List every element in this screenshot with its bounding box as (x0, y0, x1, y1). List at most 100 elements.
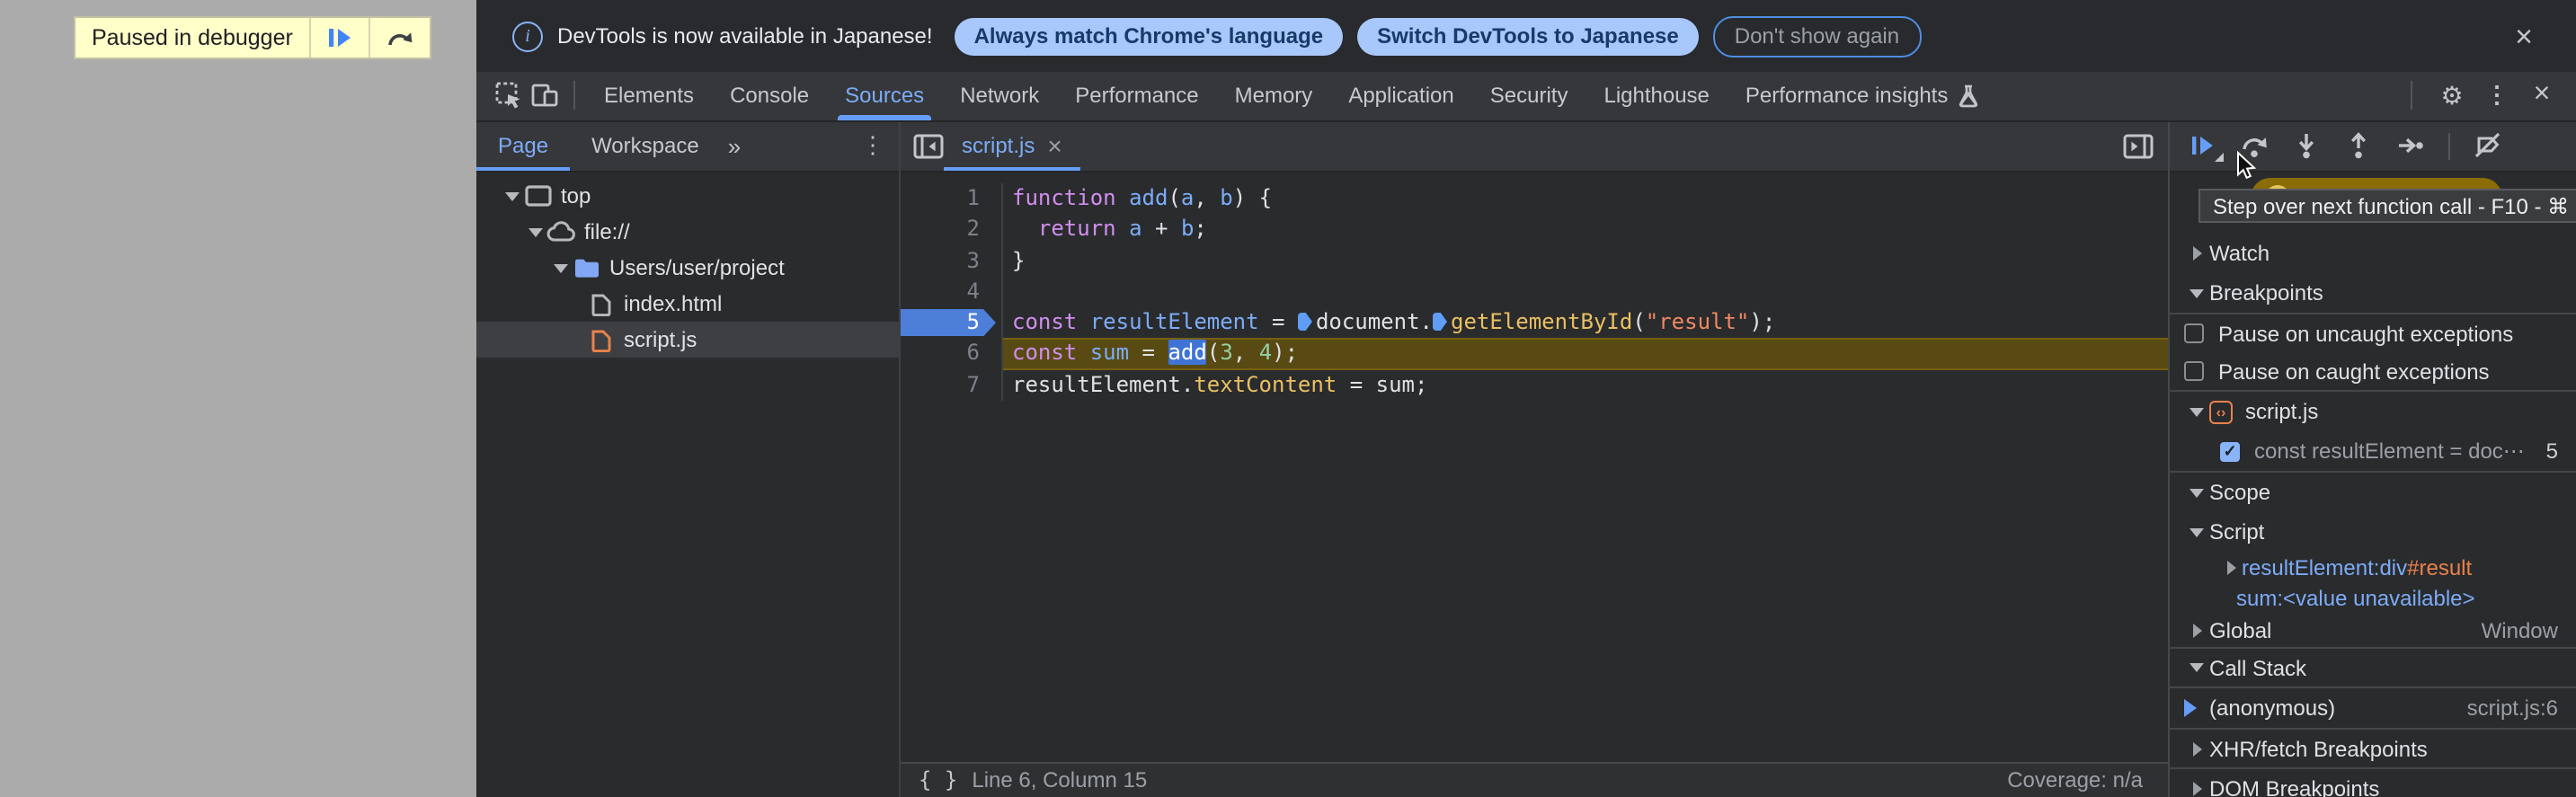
breakpoint-enabled-checkbox[interactable]: ✓ (2220, 441, 2240, 461)
resume-script-execution-button[interactable] (2188, 132, 2224, 163)
collapsed-triangle-icon[interactable] (2192, 246, 2201, 261)
pause-on-caught-checkbox[interactable] (2184, 361, 2204, 381)
expanded-triangle-icon[interactable] (2190, 527, 2204, 536)
scope-script-block[interactable]: Script (2170, 512, 2576, 552)
collapsed-triangle-icon[interactable] (2192, 623, 2201, 637)
section-watch[interactable]: Watch (2170, 234, 2576, 273)
gutter-line-number[interactable]: 7 (901, 369, 1003, 401)
section-dom-breakpoints[interactable]: DOM Breakpoints (2170, 769, 2576, 797)
deactivate-breakpoints-button[interactable] (2474, 132, 2502, 161)
collapsed-triangle-icon[interactable] (2226, 560, 2235, 574)
expanded-triangle-icon[interactable] (529, 227, 543, 236)
breakpoint-entry-row[interactable]: ✓ const resultElement = doc⋯ 5 (2170, 431, 2576, 473)
section-scope[interactable]: Scope (2170, 473, 2576, 512)
resume-script-button[interactable] (308, 18, 369, 58)
editor-tabstrip: script.js × (901, 121, 2168, 173)
code-line[interactable]: 7 resultElement.textContent = sum; (901, 369, 2168, 401)
tab-performance[interactable]: Performance (1057, 72, 1216, 120)
dont-show-again-button[interactable]: Don't show again (1712, 15, 1922, 57)
section-xhr-breakpoints[interactable]: XHR/fetch Breakpoints (2170, 730, 2576, 769)
code-line[interactable]: 3} (901, 245, 2168, 277)
editor-tab-script-js[interactable]: script.js × (944, 121, 1080, 171)
tab-network[interactable]: Network (942, 72, 1057, 120)
scope-entry-sum[interactable]: sum: <value unavailable> (2170, 582, 2576, 613)
js-file-icon (586, 325, 615, 354)
pause-on-uncaught-checkbox[interactable] (2184, 323, 2204, 343)
code-text[interactable] (1003, 277, 2168, 308)
breakpoint-group-script-js[interactable]: ‹› script.js (2170, 392, 2576, 431)
hide-navigator-icon[interactable] (901, 133, 944, 160)
section-xhr-label: XHR/fetch Breakpoints (2209, 736, 2428, 761)
tab-console[interactable]: Console (712, 72, 827, 120)
step-out-button[interactable] (2344, 132, 2373, 161)
close-devtools-icon[interactable]: × (2526, 80, 2558, 112)
code-text[interactable]: const resultElement = document. getElemen… (1003, 307, 2168, 339)
scope-entry-resultelement[interactable]: resultElement: div #result (2170, 552, 2576, 582)
switch-to-japanese-button[interactable]: Switch DevTools to Japanese (1357, 17, 1699, 55)
more-tabs-chevron-icon[interactable]: » (721, 133, 748, 160)
code-text[interactable]: function add(a, b) { (1003, 183, 2168, 215)
code-lines[interactable]: 1 function add(a, b) {2 return a + b; 3} 4 5… (901, 173, 2168, 761)
tree-item-folder[interactable]: Users/user/project (476, 250, 899, 286)
navigator-tab-workspace[interactable]: Workspace (570, 121, 721, 171)
expanded-triangle-icon[interactable] (2190, 488, 2204, 497)
section-call-stack[interactable]: Call Stack (2170, 649, 2576, 688)
infobar-message: DevTools is now available in Japanese! (557, 23, 933, 49)
tree-item-top[interactable]: top (476, 178, 899, 214)
hide-debugger-sidebar-icon[interactable] (2123, 133, 2168, 160)
pretty-print-icon[interactable]: { } (919, 767, 957, 793)
expanded-triangle-icon[interactable] (505, 191, 520, 200)
scope-global-row[interactable]: Global Window (2170, 613, 2576, 649)
gutter-line-number[interactable]: 6 (901, 338, 1003, 369)
main-menu-icon[interactable]: ⋮ (2481, 80, 2513, 112)
tab-performance-insights[interactable]: Performance insights (1728, 72, 1996, 120)
tree-item-index-html[interactable]: index.html (476, 286, 899, 322)
pause-on-caught-row[interactable]: Pause on caught exceptions (2170, 352, 2576, 392)
collapsed-triangle-icon[interactable] (2192, 741, 2201, 756)
scope-var-name: sum (2236, 585, 2278, 610)
gutter-line-number[interactable]: 3 (901, 245, 1003, 277)
code-text[interactable]: resultElement.textContent = sum; (1003, 369, 2168, 401)
expanded-triangle-icon[interactable] (554, 263, 568, 272)
tab-application[interactable]: Application (1330, 72, 1471, 120)
gutter-line-number[interactable]: 5 (901, 307, 1003, 339)
navigator-menu-icon[interactable]: ⋮ (861, 132, 899, 161)
code-line[interactable]: 1 function add(a, b) { (901, 183, 2168, 215)
gutter-line-number[interactable]: 1 (901, 183, 1003, 215)
tab-elements[interactable]: Elements (586, 72, 712, 120)
close-tab-icon[interactable]: × (1047, 132, 1061, 161)
expanded-triangle-icon[interactable] (2190, 663, 2204, 672)
code-line[interactable]: 4 (901, 276, 2168, 308)
inspect-element-icon[interactable] (491, 78, 527, 114)
step-over-badge-button[interactable] (368, 18, 430, 58)
call-stack-frame-row[interactable]: (anonymous) script.js:6 (2170, 688, 2576, 730)
always-match-language-button[interactable]: Always match Chrome's language (954, 17, 1344, 55)
code-text[interactable]: const sum = add(3, 4); (1003, 338, 2168, 369)
gutter-line-number[interactable]: 2 (901, 214, 1003, 245)
step-button[interactable] (2396, 132, 2425, 161)
collapsed-triangle-icon[interactable] (2192, 781, 2201, 795)
device-toolbar-icon[interactable] (527, 78, 563, 114)
tab-sources[interactable]: Sources (827, 72, 942, 120)
breakpoint-flag-icon[interactable] (901, 309, 996, 337)
navigator-tab-page[interactable]: Page (476, 121, 571, 171)
tab-lighthouse[interactable]: Lighthouse (1586, 72, 1727, 120)
section-dom-label: DOM Breakpoints (2209, 775, 2380, 797)
settings-gear-icon[interactable]: ⚙ (2436, 80, 2468, 112)
tab-security[interactable]: Security (1472, 72, 1586, 120)
tab-memory[interactable]: Memory (1217, 72, 1331, 120)
code-line[interactable]: 5 const resultElement = document. getEleme… (901, 307, 2168, 339)
code-text[interactable]: } (1003, 245, 2168, 277)
infobar-close-icon[interactable]: × (2515, 21, 2533, 51)
pause-on-uncaught-row[interactable]: Pause on uncaught exceptions (2170, 314, 2576, 352)
code-text[interactable]: return a + b; (1003, 215, 2168, 246)
tree-item-file-scheme[interactable]: file:// (476, 214, 899, 250)
code-line[interactable]: 2 return a + b; (901, 214, 2168, 246)
step-into-button[interactable] (2292, 132, 2321, 161)
expanded-triangle-icon[interactable] (2190, 288, 2204, 297)
expanded-triangle-icon[interactable] (2190, 407, 2204, 416)
section-breakpoints[interactable]: Breakpoints (2170, 273, 2576, 314)
tree-item-script-js[interactable]: script.js (476, 322, 899, 358)
gutter-line-number[interactable]: 4 (901, 276, 1003, 307)
code-line[interactable]: 6 const sum = add(3, 4); (901, 338, 2168, 369)
